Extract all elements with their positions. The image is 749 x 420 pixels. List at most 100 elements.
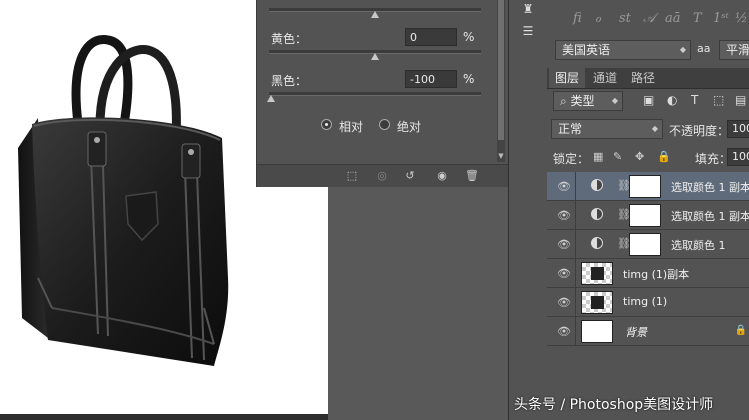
anti-alias-value: 平滑 — [726, 43, 749, 57]
blend-mode-dropdown[interactable]: 正常 ◆ — [551, 119, 663, 139]
adjustment-layer-icon — [591, 208, 603, 220]
layer-row[interactable]: 👁 ⛓ 选取颜色 1 副本 — [547, 172, 749, 201]
layer-thumbnail[interactable] — [581, 320, 613, 343]
visibility-eye-icon[interactable]: 👁 — [557, 238, 571, 251]
panel-icon-strip: ♜ ☰ — [508, 0, 548, 420]
ligature-icon[interactable]: ℴ — [595, 11, 601, 26]
filter-adjustment-icon[interactable]: ◐ — [667, 93, 677, 107]
filter-kind-value: 类型 — [570, 94, 595, 108]
filter-pixel-icon[interactable]: ▣ — [643, 93, 654, 107]
scrollbar-thumb[interactable] — [498, 0, 504, 140]
visibility-eye-icon[interactable]: ◉ — [433, 168, 451, 184]
visibility-eye-icon[interactable]: 👁 — [557, 209, 571, 222]
scroll-down-icon[interactable]: ▼ — [497, 152, 505, 162]
top-slider-thumb[interactable] — [371, 11, 379, 18]
layer-name: 选取颜色 1 副本 — [671, 181, 749, 194]
anti-alias-icon: aa — [697, 42, 711, 55]
watermark-text: 头条号 / Photoshop美图设计师 — [514, 397, 714, 413]
filter-shape-icon[interactable]: ⬚ — [713, 93, 724, 107]
bag-mini-icon — [591, 267, 604, 280]
visibility-eye-icon[interactable]: 👁 — [557, 296, 571, 309]
properties-bottom-bar: ⬚ ◎ ↺ ◉ 🗑 — [257, 164, 509, 187]
blend-arrow-icon: ◆ — [651, 124, 658, 133]
layer-row[interactable]: 👁 ⛓ 选取颜色 1 — [547, 230, 749, 259]
opacity-label: 不透明度： — [669, 124, 730, 138]
yellow-value-input[interactable]: 0 — [405, 28, 457, 46]
layer-name: timg (1)副本 — [623, 268, 690, 281]
black-value-input[interactable]: -100 — [405, 70, 457, 88]
lock-brush-icon[interactable]: ✎ — [613, 150, 622, 163]
reset-icon[interactable]: ↺ — [401, 168, 419, 184]
fill-input[interactable]: 100 — [727, 148, 749, 166]
lock-icon: 🔒 — [734, 325, 747, 336]
layer-row[interactable]: 👁 背景 🔒 — [547, 317, 749, 346]
visibility-eye-icon[interactable]: 👁 — [557, 180, 571, 193]
visibility-eye-icon[interactable]: 👁 — [557, 267, 571, 280]
selective-color-panel: 黄色： 0 % 黑色： -100 % 相对 绝对 ▼ ⬚ ◎ ↺ ◉ 🗑 — [256, 0, 509, 187]
adjustments-panel-icon[interactable]: ☰ — [520, 24, 536, 38]
adjustment-layer-icon — [591, 179, 603, 191]
blend-mode-value: 正常 — [558, 122, 583, 136]
absolute-label: 绝对 — [397, 120, 422, 134]
dropdown-arrow-icon: ◆ — [679, 45, 686, 54]
tab-paths[interactable]: 路径 — [625, 68, 661, 88]
language-value: 美国英语 — [562, 43, 611, 57]
black-slider-thumb[interactable] — [267, 95, 275, 102]
layers-panel-tabs: 图层 通道 路径 — [547, 68, 749, 89]
layer-row[interactable]: 👁 ⛓ 选取颜色 1 副本 — [547, 201, 749, 230]
swash-icon[interactable]: 𝒜 — [643, 11, 655, 26]
fraction-half-icon[interactable]: ½ — [735, 11, 748, 26]
fill-label: 填充： — [695, 152, 732, 166]
black-slider-track[interactable] — [269, 92, 481, 96]
panel-scrollbar[interactable]: ▼ — [497, 0, 505, 162]
layer-name: 选取颜色 1 — [671, 239, 726, 252]
yellow-label: 黄色： — [271, 32, 308, 46]
layer-name: 背景 — [625, 326, 647, 339]
brush-panel-icon[interactable]: ♜ — [520, 2, 536, 16]
layer-row[interactable]: 👁 timg (1)副本 — [547, 259, 749, 288]
language-dropdown[interactable]: 美国英语 ◆ — [555, 40, 691, 60]
layer-filter-dropdown[interactable]: ⌕ 类型 ◆ — [553, 91, 623, 111]
visibility-eye-icon[interactable]: 👁 — [557, 325, 571, 338]
view-previous-icon[interactable]: ◎ — [373, 168, 391, 184]
layer-mask-thumbnail[interactable] — [629, 233, 661, 256]
leather-bag-image — [18, 35, 229, 366]
filter-arrow-icon: ◆ — [611, 96, 618, 105]
filter-type-icon[interactable]: T — [691, 93, 698, 107]
lock-label: 锁定： — [553, 152, 590, 166]
right-panels: fi ℴ st 𝒜 aā T 1ˢᵗ ½ 美国英语 ◆ aa 平滑 图层 通道 路… — [547, 0, 749, 420]
lock-transparent-icon[interactable]: ▦ — [593, 150, 603, 163]
black-percent: % — [463, 72, 475, 86]
titling-icon[interactable]: T — [693, 11, 702, 26]
ordinal-icon[interactable]: 1ˢᵗ — [713, 11, 729, 26]
filter-smart-icon[interactable]: ▤ — [735, 93, 746, 107]
yellow-slider-thumb[interactable] — [371, 53, 379, 60]
search-icon: ⌕ — [560, 94, 571, 108]
layer-thumbnail[interactable] — [581, 291, 613, 314]
tab-channels[interactable]: 通道 — [587, 68, 623, 88]
yellow-percent: % — [463, 30, 475, 44]
adjustment-layer-icon — [591, 237, 603, 249]
clip-to-layer-icon[interactable]: ⬚ — [343, 168, 361, 184]
layer-name: timg (1) — [623, 295, 668, 308]
canvas-bottom-edge — [0, 414, 330, 420]
tab-layers[interactable]: 图层 — [549, 68, 586, 88]
relative-radio[interactable] — [321, 119, 332, 130]
lock-all-icon[interactable]: 🔒 — [657, 150, 671, 163]
layer-name: 选取颜色 1 副本 — [671, 210, 749, 223]
lock-move-icon[interactable]: ✥ — [635, 150, 644, 163]
trash-icon[interactable]: 🗑 — [463, 168, 481, 184]
old-style-icon[interactable]: st — [619, 11, 631, 26]
layer-thumbnail[interactable] — [581, 262, 613, 285]
layer-mask-thumbnail[interactable] — [629, 204, 661, 227]
absolute-radio[interactable] — [379, 119, 390, 130]
character-style-row: fi ℴ st 𝒜 aā T 1ˢᵗ ½ — [547, 6, 749, 32]
fraction-icon[interactable]: fi — [573, 11, 582, 26]
opacity-input[interactable]: 100 — [727, 120, 749, 138]
layer-row[interactable]: 👁 timg (1) — [547, 288, 749, 317]
stylistic-alt-icon[interactable]: aā — [665, 11, 681, 26]
relative-label: 相对 — [339, 120, 364, 134]
black-label: 黑色： — [271, 74, 308, 88]
layer-mask-thumbnail[interactable] — [629, 175, 661, 198]
anti-alias-dropdown[interactable]: 平滑 — [719, 40, 749, 60]
